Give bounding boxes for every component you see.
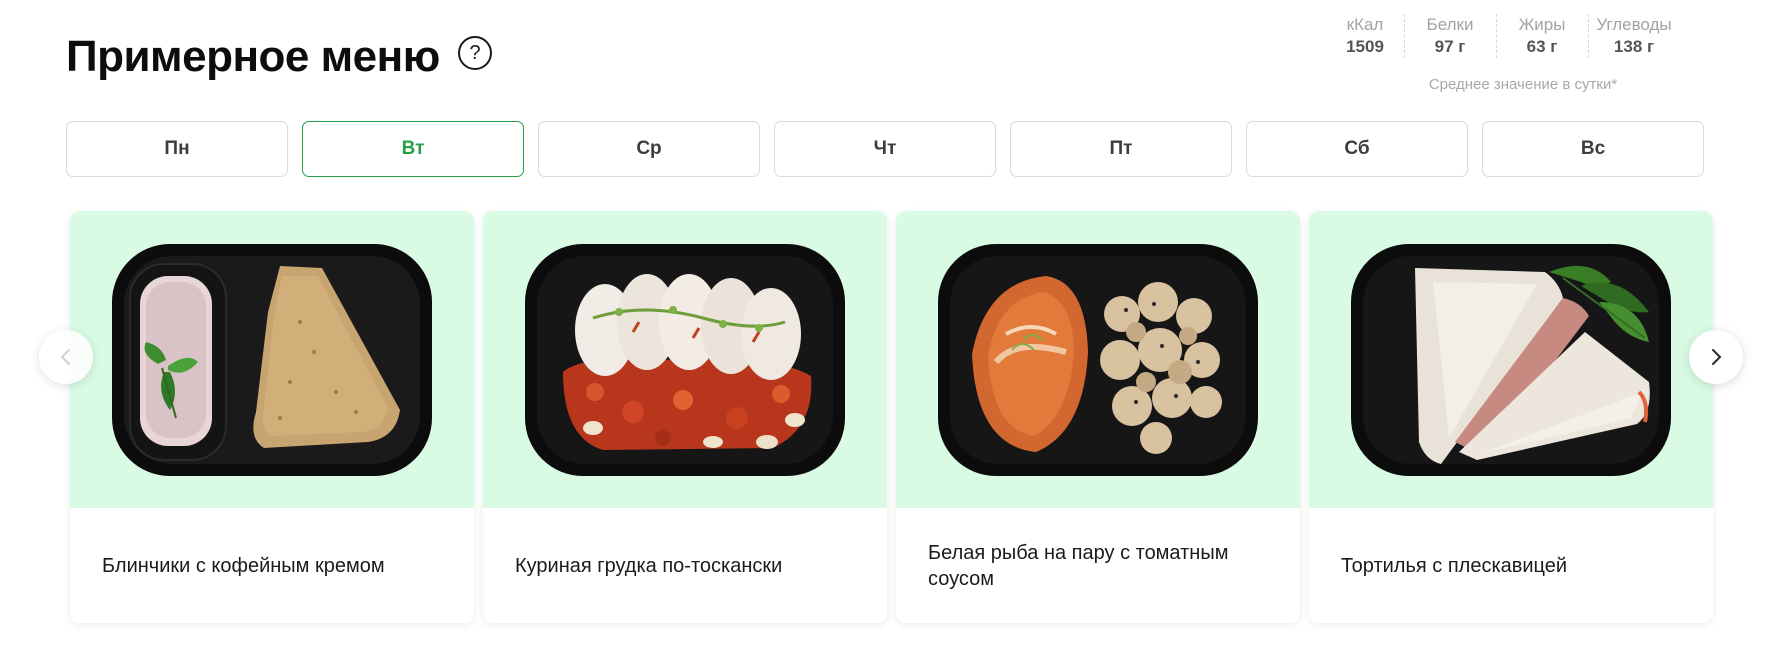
nutrition-label: Жиры — [1518, 15, 1566, 34]
page-title: Примерное меню — [66, 32, 440, 81]
dish-image — [483, 211, 887, 508]
carousel-prev-button[interactable] — [39, 330, 93, 384]
tab-monday[interactable]: Пн — [66, 121, 288, 177]
help-button[interactable]: ? — [458, 36, 492, 70]
dish-title: Тортилья с плескавицей — [1341, 554, 1568, 577]
steamed-fish-with-cauliflower-dish-icon — [938, 243, 1258, 476]
sliced-chicken-breast-dish-icon — [525, 243, 845, 476]
day-tabs: Пн Вт Ср Чт Пт Сб Вс — [66, 121, 1704, 177]
nutrition-value: 1509 — [1346, 37, 1384, 56]
dish-title: Белая рыба на пару с томатным соусом — [928, 541, 1229, 590]
nutrition-label: кКал — [1346, 15, 1384, 34]
nutrition-kcal: кКал 1509 — [1326, 14, 1404, 58]
nutrition-fat: Жиры 63 г — [1496, 14, 1588, 58]
nutrition-summary: кКал 1509 Белки 97 г Жиры 63 г Углеводы … — [1326, 14, 1680, 93]
dish-image — [1309, 211, 1713, 508]
dish-image — [70, 211, 474, 508]
nutrition-value: 138 г — [1613, 37, 1655, 56]
menu-card[interactable]: Белая рыба на пару с томатным соусом — [896, 211, 1300, 623]
card-body: Тортилья с плескавицей — [1309, 508, 1713, 623]
nutrition-value: 97 г — [1434, 37, 1466, 56]
menu-card[interactable]: Куриная грудка по-тоскански — [483, 211, 887, 623]
tortilla-wrap-dish-icon — [1351, 243, 1671, 476]
chevron-left-icon — [60, 349, 70, 365]
card-body: Куриная грудка по-тоскански — [483, 508, 887, 623]
nutrition-label: Углеводы — [1596, 15, 1672, 34]
tab-thursday[interactable]: Чт — [774, 121, 996, 177]
tab-wednesday[interactable]: Ср — [538, 121, 760, 177]
chevron-right-icon — [1712, 349, 1722, 365]
tab-tuesday[interactable]: Вт — [302, 121, 524, 177]
card-body: Блинчики с кофейным кремом — [70, 508, 474, 623]
nutrition-note: Среднее значение в сутки* — [1428, 76, 1618, 93]
dish-title: Блинчики с кофейным кремом — [102, 554, 385, 577]
nutrition-label: Белки — [1426, 15, 1474, 34]
tab-sunday[interactable]: Вс — [1482, 121, 1704, 177]
menu-carousel: Блинчики с кофейным кремом Куриная грудк… — [70, 211, 1713, 623]
tab-saturday[interactable]: Сб — [1246, 121, 1468, 177]
nutrition-protein: Белки 97 г — [1404, 14, 1496, 58]
card-body: Белая рыба на пару с томатным соусом — [896, 508, 1300, 623]
nutrition-carbs: Углеводы 138 г — [1588, 14, 1680, 58]
carousel-next-button[interactable] — [1689, 330, 1743, 384]
dish-title: Куриная грудка по-тоскански — [515, 554, 783, 577]
dish-image — [896, 211, 1300, 508]
nutrition-value: 63 г — [1526, 37, 1558, 56]
menu-card[interactable]: Блинчики с кофейным кремом — [70, 211, 474, 623]
question-icon: ? — [469, 41, 481, 64]
tab-friday[interactable]: Пт — [1010, 121, 1232, 177]
menu-card[interactable]: Тортилья с плескавицей — [1309, 211, 1713, 623]
pancakes-with-cream-dish-icon — [112, 243, 432, 476]
